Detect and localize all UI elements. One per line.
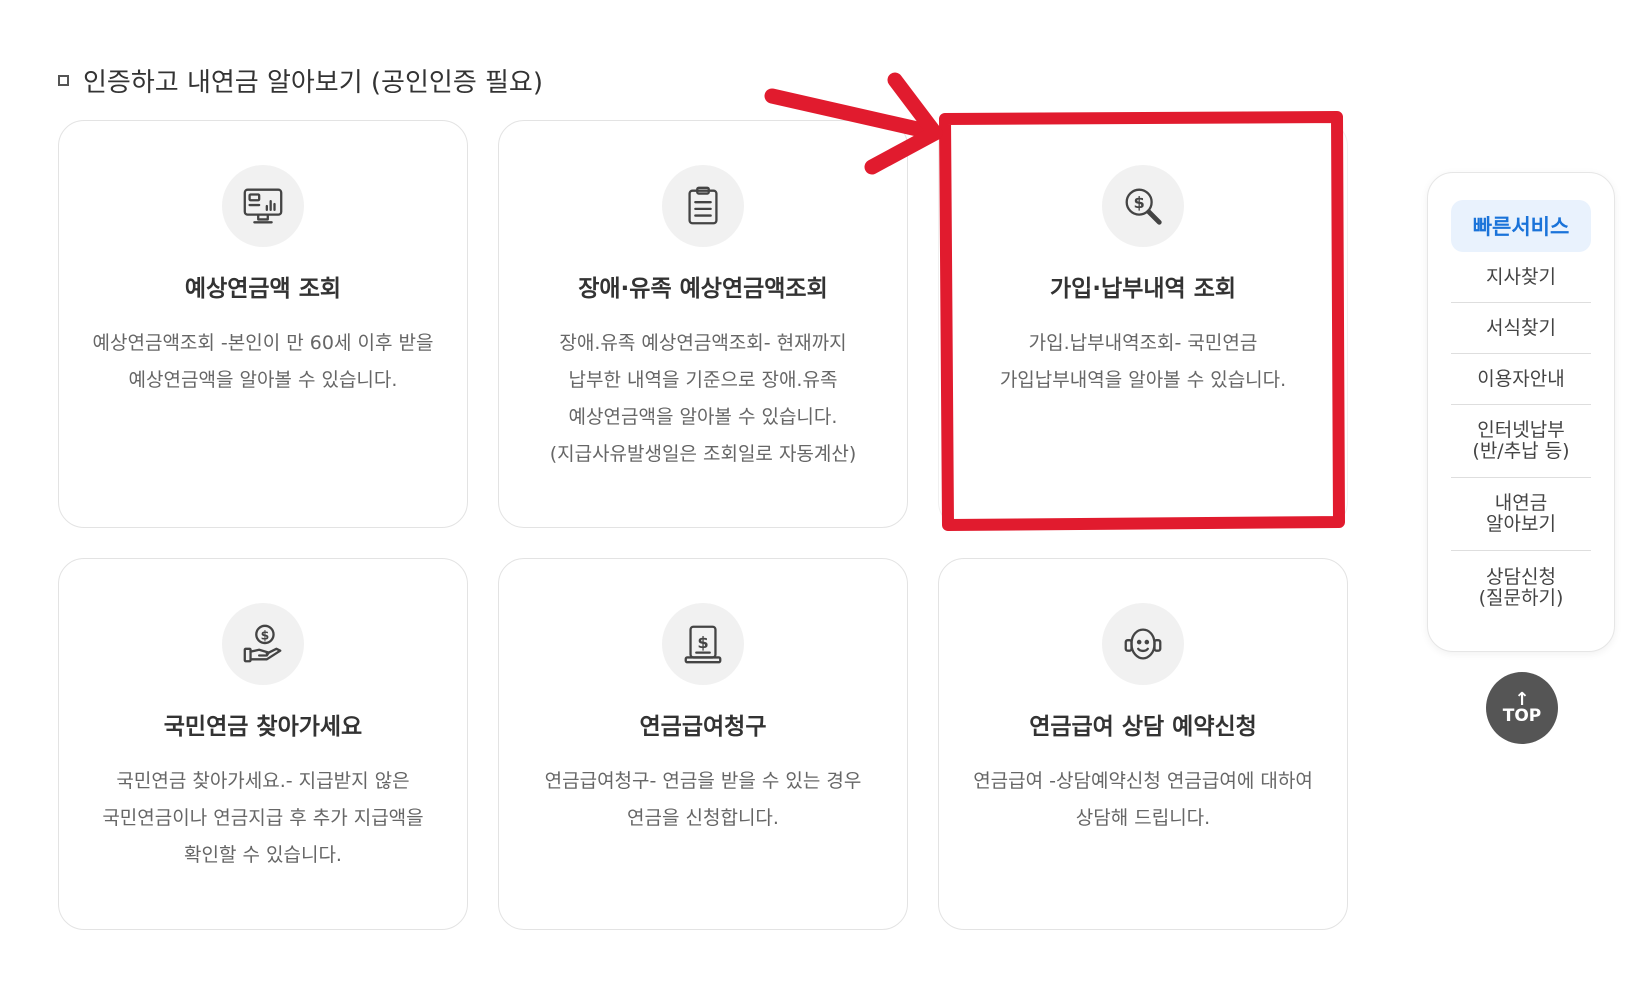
- card-expected-pension[interactable]: 예상연금액 조회 예상연금액조회 -본인이 만 60세 이후 받을 예상연금액을 …: [58, 120, 468, 528]
- card-title: 국민연금 찾아가세요: [163, 714, 363, 740]
- scroll-top-button[interactable]: ↑ TOP: [1486, 672, 1558, 744]
- card-title: 장애·유족 예상연금액조회: [578, 276, 828, 302]
- quick-item-user-guide[interactable]: 이용자안내: [1451, 354, 1591, 405]
- card-title: 가입·납부내역 조회: [1049, 276, 1237, 302]
- card-find-pension[interactable]: $ 국민연금 찾아가세요 국민연금 찾아가세요.- 지급받지 않은 국민연금이나 …: [58, 558, 468, 930]
- quick-item-consultation[interactable]: 상담신청 (질문하기): [1451, 551, 1591, 624]
- card-pension-benefit-claim[interactable]: $ 연금급여청구 연금급여청구- 연금을 받을 수 있는 경우 연금을 신청합니다…: [498, 558, 908, 930]
- card-description: 연금급여청구- 연금을 받을 수 있는 경우 연금을 신청합니다.: [544, 770, 862, 829]
- top-label: TOP: [1502, 706, 1542, 726]
- card-disability-survivor-pension[interactable]: 장애·유족 예상연금액조회 장애.유족 예상연금액조회- 현재까지 납부한 내역을…: [498, 120, 908, 528]
- card-description: 국민연금 찾아가세요.- 지급받지 않은 국민연금이나 연금지급 후 추가 지급액…: [102, 770, 424, 866]
- svg-text:$: $: [261, 628, 270, 643]
- headset-icon: [1102, 603, 1184, 685]
- quick-service-panel: 빠른서비스 지사찾기 서식찾기 이용자안내 인터넷납부 (반/추납 등) 내연금 알…: [1427, 172, 1615, 652]
- quick-item-form-finder[interactable]: 서식찾기: [1451, 303, 1591, 354]
- monitor-chart-icon: [222, 165, 304, 247]
- section-title: 인증하고 내연금 알아보기 (공인인증 필요): [58, 62, 543, 98]
- clipboard-icon: [662, 165, 744, 247]
- card-enrollment-payment-history[interactable]: $ 가입·납부내역 조회 가입.납부내역조회- 국민연금 가입납부내역을 알아볼 …: [938, 120, 1348, 528]
- quick-item-internet-payment[interactable]: 인터넷납부 (반/추납 등): [1451, 405, 1591, 478]
- card-title: 연금급여 상담 예약신청: [1029, 714, 1257, 740]
- quick-service-title: 빠른서비스: [1451, 200, 1591, 252]
- svg-text:$: $: [1133, 193, 1144, 212]
- card-description: 가입.납부내역조회- 국민연금 가입납부내역을 알아볼 수 있습니다.: [999, 332, 1287, 391]
- section-title-text: 인증하고 내연금 알아보기 (공인인증 필요): [83, 67, 543, 98]
- card-title: 예상연금액 조회: [184, 276, 342, 302]
- svg-text:$: $: [697, 633, 708, 652]
- card-title: 연금급여청구: [639, 714, 767, 740]
- card-description: 예상연금액조회 -본인이 만 60세 이후 받을 예상연금액을 알아볼 수 있습니…: [92, 332, 434, 391]
- card-description: 연금급여 -상담예약신청 연금급여에 대하여 상담해 드립니다.: [973, 770, 1313, 829]
- hand-coin-icon: $: [222, 603, 304, 685]
- dollar-document-icon: $: [662, 603, 744, 685]
- square-bullet-icon: [58, 74, 69, 86]
- dollar-search-icon: $: [1102, 165, 1184, 247]
- card-description: 장애.유족 예상연금액조회- 현재까지 납부한 내역을 기준으로 장애.유족 예상연…: [549, 332, 857, 465]
- card-consultation-reservation[interactable]: 연금급여 상담 예약신청 연금급여 -상담예약신청 연금급여에 대하여 상담해 드…: [938, 558, 1348, 930]
- quick-item-branch-finder[interactable]: 지사찾기: [1451, 252, 1591, 303]
- quick-item-my-pension[interactable]: 내연금 알아보기: [1451, 478, 1591, 551]
